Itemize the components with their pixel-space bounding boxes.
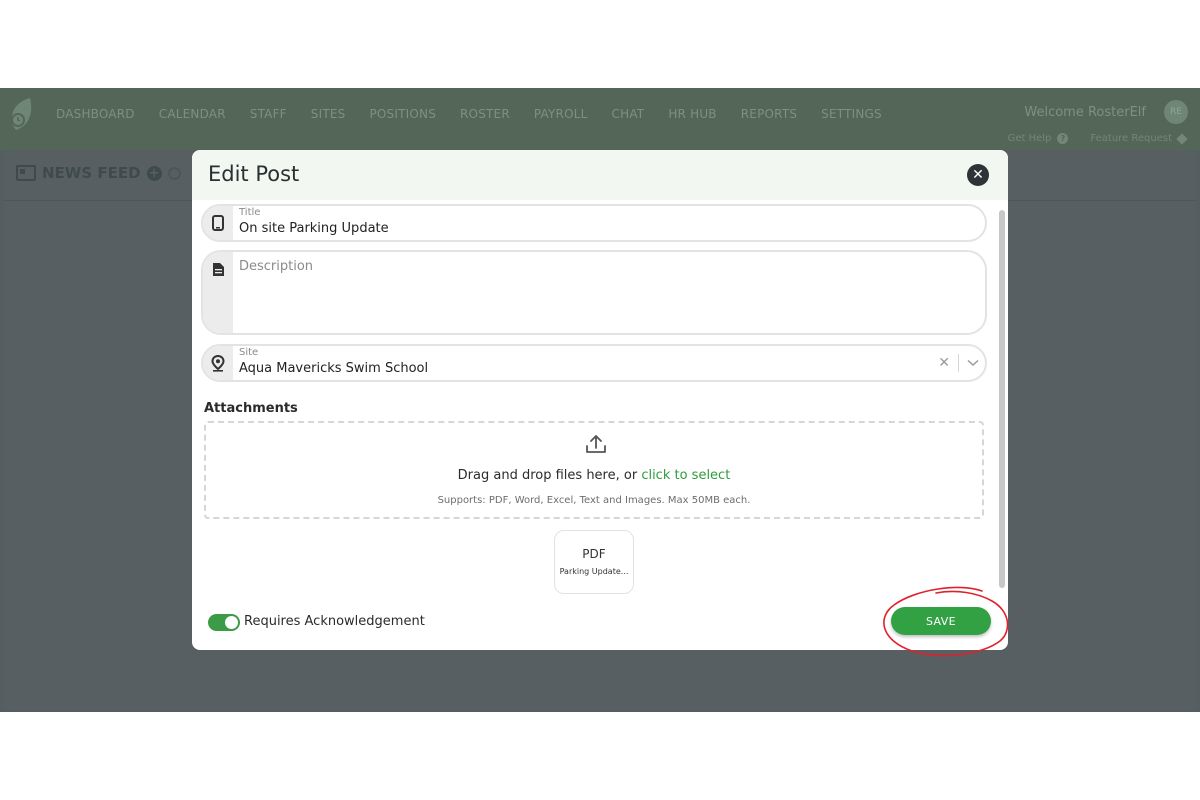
secondary-nav: Get Help ? Feature Request (1008, 132, 1188, 145)
nav-chat[interactable]: CHAT (612, 107, 645, 121)
description-icon-column (203, 252, 233, 333)
dropzone-text: Drag and drop files here, or click to se… (206, 468, 982, 483)
nav-positions[interactable]: POSITIONS (369, 107, 436, 121)
nav-dashboard[interactable]: DASHBOARD (56, 107, 135, 121)
refresh-icon[interactable] (167, 166, 181, 180)
page-title: NEWS FEED (42, 164, 141, 182)
attachment-file-card[interactable]: PDF Parking Update... (554, 530, 634, 594)
nav-payroll[interactable]: PAYROLL (534, 107, 588, 121)
select-separator (958, 354, 959, 372)
main-nav: DASHBOARD CALENDAR STAFF SITES POSITIONS… (56, 107, 906, 121)
upload-icon (586, 435, 606, 453)
document-icon (212, 263, 224, 276)
site-select[interactable]: Site Aqua Mavericks Swim School ✕ (201, 344, 987, 382)
phone-icon (212, 215, 224, 231)
newspaper-icon (16, 165, 36, 181)
nav-sites[interactable]: SITES (311, 107, 346, 121)
supported-formats-text: Supports: PDF, Word, Excel, Text and Ima… (437, 495, 751, 506)
dialog-header: Edit Post ✕ (192, 150, 1008, 200)
site-icon-column (203, 346, 233, 380)
location-pin-icon (211, 354, 225, 372)
title-label: Title (239, 207, 261, 218)
clear-icon[interactable]: ✕ (938, 355, 950, 371)
dialog-title: Edit Post (208, 162, 300, 186)
toggle-knob (225, 616, 238, 629)
dropzone-instructions: Drag and drop files here, or (457, 468, 642, 483)
top-navigation-bar: DASHBOARD CALENDAR STAFF SITES POSITIONS… (0, 88, 1200, 150)
get-help-label: Get Help (1007, 133, 1052, 144)
lightbulb-icon (1176, 132, 1188, 145)
add-post-button[interactable]: + (146, 165, 162, 181)
chevron-down-icon[interactable] (967, 359, 979, 367)
question-icon: ? (1057, 133, 1069, 144)
close-icon: ✕ (972, 167, 984, 183)
site-value: Aqua Mavericks Swim School (239, 361, 429, 376)
file-dropzone[interactable]: Drag and drop files here, or click to se… (204, 421, 984, 519)
edit-post-dialog: Edit Post ✕ Title On site Parking Update… (192, 150, 1008, 650)
requires-acknowledgement-toggle[interactable] (208, 614, 240, 631)
click-to-select-link[interactable]: click to select (641, 468, 730, 483)
description-input[interactable]: Description (239, 259, 313, 274)
rosterelf-logo-icon[interactable] (6, 96, 38, 134)
nav-staff[interactable]: STAFF (250, 107, 287, 121)
nav-calendar[interactable]: CALENDAR (159, 107, 226, 121)
close-button[interactable]: ✕ (967, 164, 989, 186)
avatar[interactable]: RE (1164, 100, 1188, 124)
site-label: Site (239, 347, 259, 358)
requires-acknowledgement-label: Requires Acknowledgement (244, 614, 425, 629)
dialog-scrollbar[interactable] (999, 210, 1005, 588)
feature-request-label: Feature Request (1090, 133, 1172, 144)
nav-reports[interactable]: REPORTS (741, 107, 797, 121)
attachments-label: Attachments (204, 401, 298, 416)
nav-settings[interactable]: SETTINGS (821, 107, 882, 121)
get-help-link[interactable]: Get Help ? (1008, 133, 1069, 144)
nav-roster[interactable]: ROSTER (460, 107, 510, 121)
title-input[interactable]: On site Parking Update (239, 221, 389, 236)
nav-hr-hub[interactable]: HR HUB (668, 107, 716, 121)
feature-request-link[interactable]: Feature Request (1090, 132, 1188, 145)
description-field[interactable]: Description (201, 250, 987, 335)
site-select-controls: ✕ (938, 354, 979, 372)
file-type-label: PDF (582, 547, 606, 561)
news-feed-header: NEWS FEED + (16, 164, 181, 182)
title-icon-column (203, 206, 233, 240)
title-field[interactable]: Title On site Parking Update (201, 204, 987, 242)
welcome-text: Welcome RosterElf (1024, 105, 1146, 120)
file-name-label: Parking Update... (559, 567, 629, 576)
save-button[interactable]: SAVE (891, 607, 991, 635)
